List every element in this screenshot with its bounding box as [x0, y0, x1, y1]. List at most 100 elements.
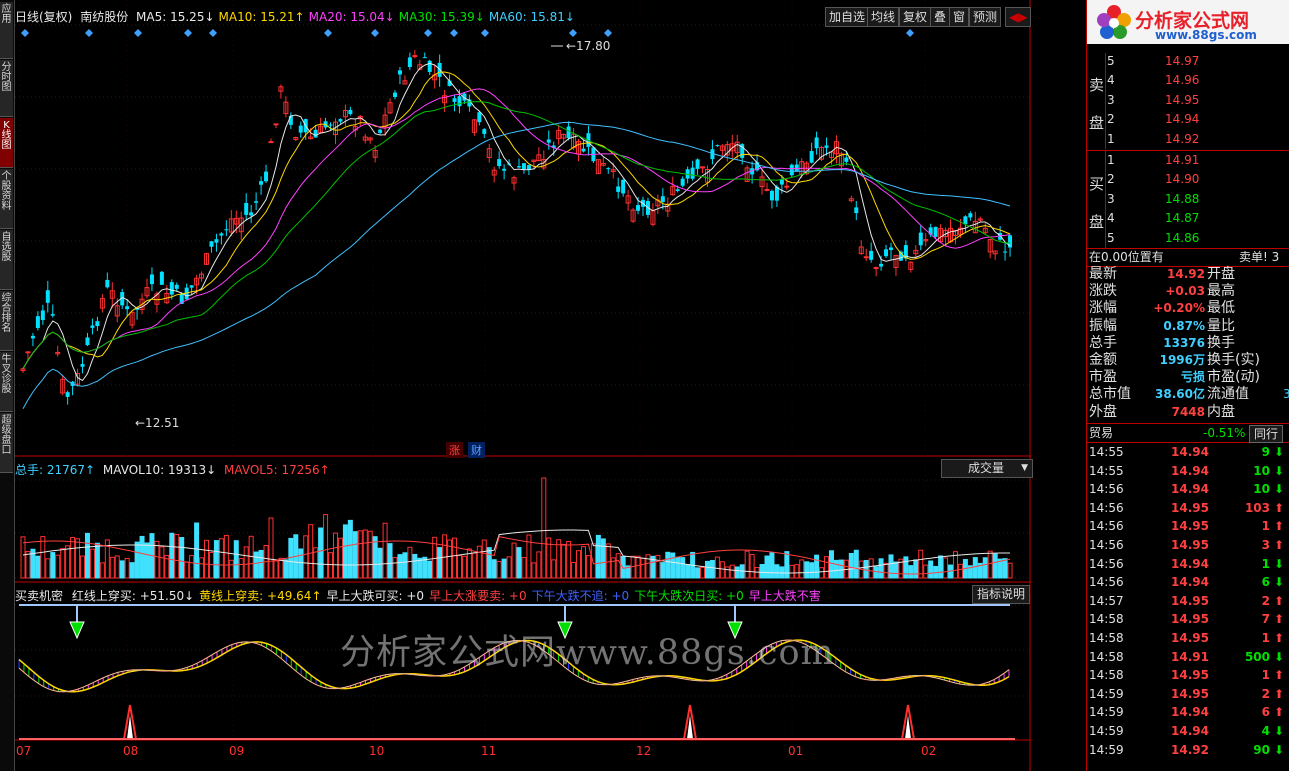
quote-value: 13376 — [1163, 335, 1205, 350]
trade-row[interactable]: 14:58 14.91 500 ⬇ — [1087, 648, 1289, 666]
date-tick: 11 — [481, 744, 496, 758]
volume-bar — [94, 542, 100, 579]
book-row[interactable]: 2 14.94 — [1087, 110, 1289, 129]
candle-body — [80, 364, 85, 367]
book-row[interactable]: 3 14.88 — [1087, 190, 1289, 209]
left-tab-7[interactable]: 超级盘口 — [0, 413, 13, 473]
volume-bar — [283, 559, 289, 579]
ma-label-4: MA60: 15.81↓ — [488, 10, 575, 24]
book-row[interactable]: 1 14.91 — [1087, 151, 1289, 170]
volume-bar — [660, 562, 666, 579]
indicator-value-6: 早上大跌不害 — [748, 589, 821, 603]
trade-price: 14.95 — [1171, 538, 1209, 552]
trade-volume: 1 — [1261, 668, 1270, 683]
trade-volume: 90 — [1253, 742, 1270, 757]
chevron-down-icon: ▼ — [1021, 463, 1028, 473]
nav-arrows-icon[interactable]: ◀▶ — [1005, 7, 1032, 27]
candle-body — [566, 126, 571, 139]
trade-row[interactable]: 14:56 14.94 10 ⬇ — [1087, 480, 1289, 498]
left-tab-4[interactable]: 自选股 — [0, 230, 13, 290]
trade-price: 14.95 — [1171, 612, 1209, 627]
candle-body — [482, 129, 487, 134]
trade-row[interactable]: 14:57 14.95 2 ⬆ — [1087, 592, 1289, 610]
candle-body — [521, 163, 526, 170]
volume-bar — [427, 560, 433, 579]
left-tab-3[interactable]: 个股资料 — [0, 169, 13, 229]
trade-row[interactable]: 14:58 14.95 7 ⬆ — [1087, 610, 1289, 628]
candle-body — [517, 166, 521, 168]
indicator-value-3: 早上大涨要卖: +0 — [429, 589, 527, 603]
volume-bar — [888, 554, 894, 579]
trade-row[interactable]: 14:56 14.94 6 ⬇ — [1087, 573, 1289, 591]
volume-bar — [908, 565, 914, 579]
trade-volume: 1 — [1261, 556, 1270, 571]
chart-btn-2[interactable]: 复权 — [899, 7, 932, 27]
chart-btn-4[interactable]: 窗 — [949, 7, 970, 27]
peer-button[interactable]: 同行 — [1249, 425, 1284, 443]
candle-body — [288, 115, 293, 125]
volume-bar — [774, 564, 780, 579]
trade-row[interactable]: 14:56 14.95 1 ⬆ — [1087, 517, 1289, 535]
stock-name: 南纺股份 — [80, 10, 129, 24]
event-badge-1[interactable]: 财 — [468, 442, 485, 458]
book-row[interactable]: 1 14.92 — [1087, 130, 1289, 149]
trade-row[interactable]: 14:55 14.94 9 ⬇ — [1087, 443, 1289, 461]
candle-body — [764, 188, 770, 191]
trade-tab[interactable]: 贸易 — [1089, 424, 1113, 443]
left-tab-2[interactable]: K线图 — [0, 118, 13, 168]
candle-body — [879, 263, 884, 267]
trade-row[interactable]: 14:56 14.95 3 ⬆ — [1087, 536, 1289, 554]
trade-time: 14:59 — [1089, 724, 1124, 738]
indicator-selector[interactable]: 成交量 ▼ — [941, 459, 1033, 478]
trade-row[interactable]: 14:55 14.94 10 ⬇ — [1087, 462, 1289, 480]
trade-row[interactable]: 14:59 14.92 90 ⬇ — [1087, 741, 1289, 759]
volume-bar — [288, 537, 294, 579]
book-row[interactable]: 2 14.90 — [1087, 170, 1289, 189]
chart-btn-0[interactable]: 加自选 — [825, 7, 870, 27]
book-price: 14.86 — [1165, 230, 1200, 245]
volume-mavol10: MAVOL10: 19313↓ — [102, 463, 217, 477]
volume-bar — [387, 543, 393, 579]
chart-btn-5[interactable]: 预测 — [969, 7, 1002, 27]
book-row[interactable]: 5 14.86 — [1087, 229, 1289, 248]
arrow-down-icon: ⬇ — [1273, 649, 1284, 664]
trade-time: 14:55 — [1089, 463, 1124, 478]
book-row[interactable]: 4 14.87 — [1087, 209, 1289, 228]
trade-row[interactable]: 14:59 14.94 6 ⬆ — [1087, 703, 1289, 721]
trade-row[interactable]: 14:56 14.95 103 ⬆ — [1087, 499, 1289, 517]
volume-bar — [804, 561, 810, 579]
volume-bar — [779, 566, 785, 579]
volume-bar — [139, 535, 145, 579]
volume-bar — [769, 552, 775, 579]
chart-btn-1[interactable]: 均线 — [867, 7, 900, 27]
trade-row[interactable]: 14:58 14.95 1 ⬆ — [1087, 629, 1289, 647]
left-tab-5[interactable]: 综合排名 — [0, 291, 13, 351]
quote-value: +0.03 — [1165, 284, 1205, 299]
volume-bar — [784, 551, 790, 579]
period-label[interactable]: 日线(复权) — [15, 10, 72, 24]
book-row[interactable]: 3 14.95 — [1087, 91, 1289, 110]
quote-label: 市盈 — [1089, 369, 1117, 386]
volume-bar — [814, 554, 820, 579]
trade-row[interactable]: 14:59 14.95 2 ⬆ — [1087, 685, 1289, 703]
trade-time: 14:56 — [1089, 500, 1124, 515]
trade-volume: 1 — [1261, 519, 1270, 534]
left-tab-6[interactable]: 牛叉诊股 — [0, 352, 13, 412]
event-badge-0[interactable]: 涨 — [446, 442, 463, 458]
book-level: 2 — [1107, 112, 1115, 127]
volume-header: 总手: 21767↑ MAVOL10: 19313↓ MAVOL5: 17256… — [15, 461, 330, 478]
quote-label-right: 开盘 — [1207, 266, 1235, 282]
trade-row[interactable]: 14:58 14.95 1 ⬆ — [1087, 666, 1289, 684]
book-price: 14.92 — [1165, 131, 1200, 146]
trade-time: 14:55 — [1089, 445, 1124, 459]
candle-body — [25, 351, 31, 354]
book-row[interactable]: 5 14.97 — [1087, 52, 1289, 71]
left-tab-1[interactable]: 分时图 — [0, 60, 13, 117]
trade-row[interactable]: 14:56 14.94 1 ⬇ — [1087, 555, 1289, 573]
indicator-help-button[interactable]: 指标说明 — [972, 585, 1031, 604]
trade-row[interactable]: 14:59 14.94 4 ⬇ — [1087, 722, 1289, 740]
chart-btn-3[interactable]: 叠 — [930, 7, 951, 27]
left-tab-0[interactable]: 应用 — [0, 2, 13, 59]
quote-label-right: 最低 — [1207, 300, 1235, 317]
book-row[interactable]: 4 14.96 — [1087, 71, 1289, 90]
